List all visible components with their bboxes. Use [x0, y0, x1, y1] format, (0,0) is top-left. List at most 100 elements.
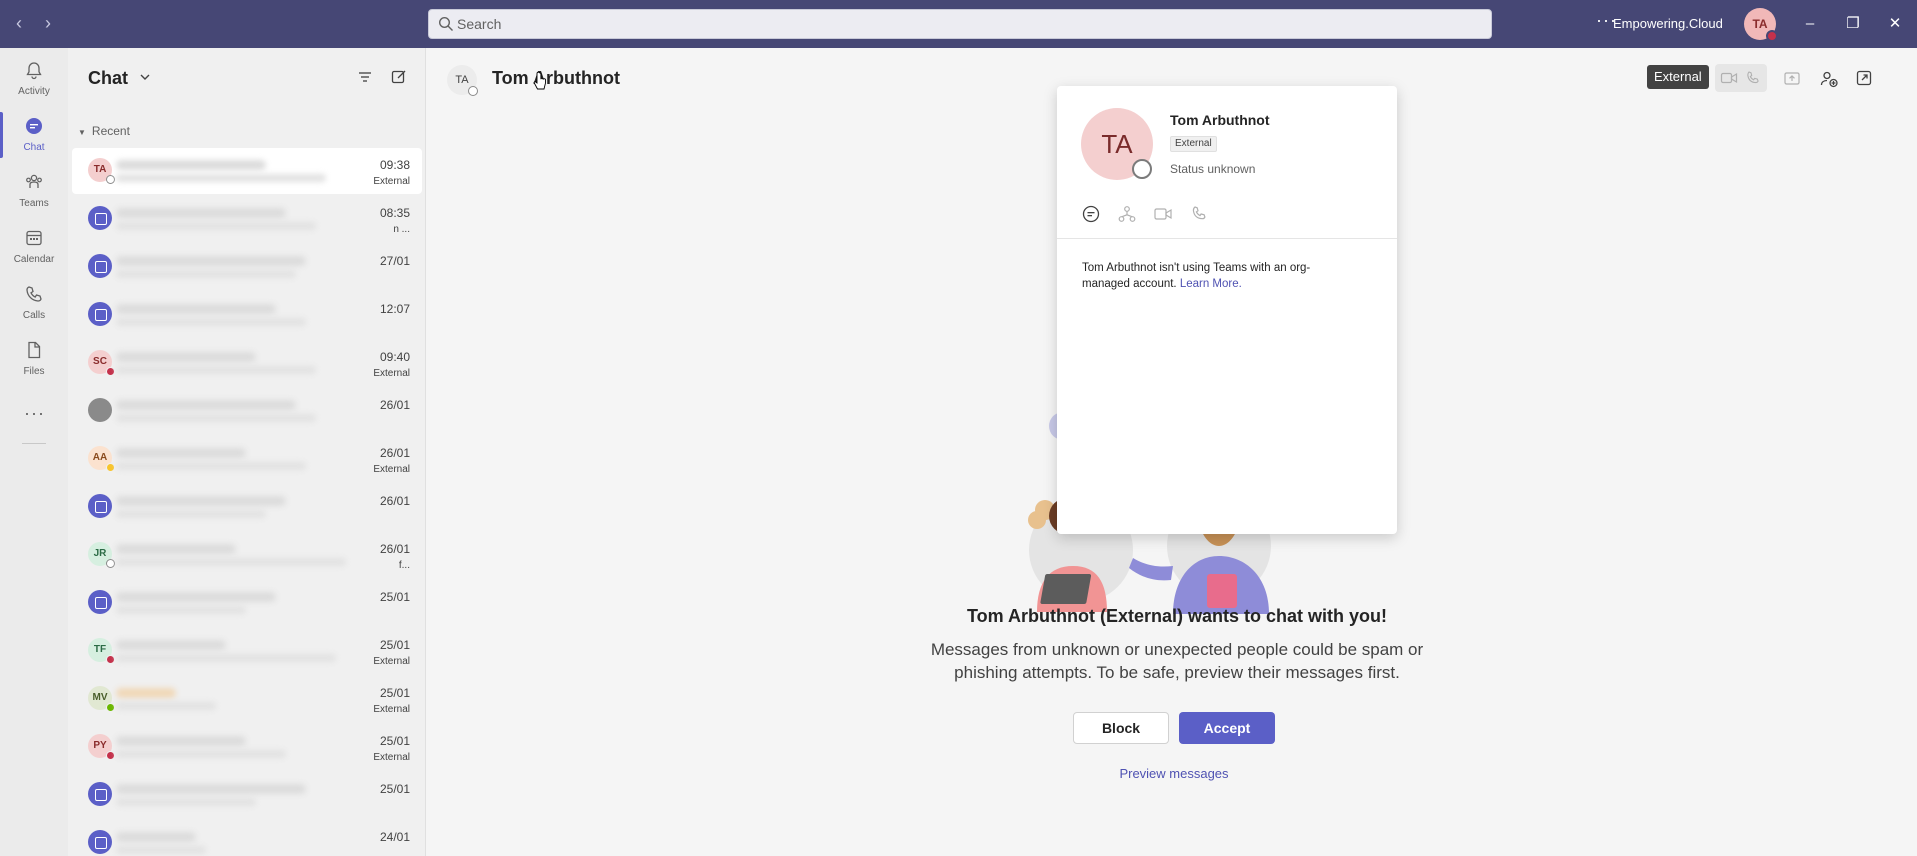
meeting-icon: [88, 494, 112, 518]
chat-external-tag: External: [373, 176, 410, 187]
rail-item-teams[interactable]: Teams: [0, 164, 68, 220]
rail-label: Files: [23, 366, 45, 377]
accept-button[interactable]: Accept: [1179, 712, 1275, 744]
pop-out-icon[interactable]: [1855, 69, 1873, 87]
teams-icon: [26, 174, 42, 188]
chat-main-area: TA Tom Arbuthnot External ! Tom Arbuthno…: [427, 48, 1917, 856]
filter-icon[interactable]: [356, 68, 374, 86]
forward-arrow-icon[interactable]: ›: [38, 13, 58, 33]
chat-row[interactable]: 26/01: [72, 388, 422, 434]
chat-row[interactable]: SC 09:40 External: [72, 340, 422, 386]
chat-name-redacted: [116, 736, 246, 746]
rail-label: Calendar: [13, 254, 55, 265]
presence-unknown-icon: [106, 175, 115, 184]
contact-avatar: PY: [88, 734, 115, 760]
video-call-icon[interactable]: [1720, 70, 1738, 86]
more-apps-icon[interactable]: ···: [24, 403, 45, 424]
presence-busy-icon: [106, 751, 115, 760]
chat-preview-redacted: [116, 510, 266, 518]
chat-preview-redacted: [116, 174, 326, 182]
chat-row[interactable]: 12:07: [72, 292, 422, 338]
chat-row[interactable]: TA 09:38 External: [72, 148, 422, 194]
chat-row[interactable]: MV 25/01 External: [72, 676, 422, 722]
org-name[interactable]: Empowering.Cloud: [1613, 16, 1723, 31]
chat-name-redacted: [116, 832, 196, 842]
rail-label: Calls: [22, 310, 46, 321]
chat-row[interactable]: AA 26/01 External: [72, 436, 422, 482]
share-screen-icon[interactable]: [1783, 70, 1801, 88]
external-badge: External: [1647, 65, 1709, 89]
chat-row[interactable]: 08:35 n ...: [72, 196, 422, 242]
rail-item-chat[interactable]: Chat: [0, 108, 68, 164]
presence-busy-icon: [106, 655, 115, 664]
chat-request-title: Tom Arbuthnot (External) wants to chat w…: [967, 606, 1387, 626]
new-chat-icon[interactable]: [390, 68, 408, 86]
mouse-cursor-icon: [533, 72, 546, 90]
presence-unknown-icon: [106, 559, 115, 568]
back-arrow-icon[interactable]: ‹: [9, 13, 29, 33]
profile-external-tag: External: [1170, 136, 1217, 152]
recent-section-header[interactable]: ▼ Recent: [78, 124, 130, 138]
search-input[interactable]: [457, 10, 1457, 38]
chat-list-title[interactable]: Chat: [88, 68, 128, 89]
preview-messages-link[interactable]: Preview messages: [1077, 766, 1271, 781]
block-button[interactable]: Block: [1073, 712, 1169, 744]
presence-unknown-icon: [468, 86, 478, 96]
recent-label: Recent: [91, 124, 130, 138]
learn-more-link[interactable]: Learn More.: [1180, 278, 1242, 290]
chat-row[interactable]: 27/01: [72, 244, 422, 290]
chat-time: 25/01: [379, 686, 410, 700]
chat-request-warning: Messages from unknown or unexpected peop…: [877, 638, 1477, 684]
chat-row[interactable]: PY 25/01 External: [72, 724, 422, 770]
meeting-icon: [88, 302, 112, 326]
close-icon[interactable]: ✕: [1883, 12, 1907, 36]
chat-external-tag: External: [373, 464, 410, 475]
audio-call-icon[interactable]: [1745, 70, 1761, 86]
chat-preview-redacted: [116, 318, 306, 326]
chat-name-redacted: [116, 208, 286, 218]
rail-label: Activity: [18, 86, 50, 97]
chat-row[interactable]: 24/01: [72, 820, 422, 856]
chevron-down-icon[interactable]: [138, 70, 152, 84]
chat-external-tag: External: [373, 752, 410, 763]
chat-name-redacted: [116, 592, 276, 602]
chat-name-redacted: [116, 352, 256, 362]
header-avatar[interactable]: TA: [447, 65, 478, 96]
chat-preview-redacted: [116, 222, 316, 230]
chat-time: 25/01: [379, 638, 410, 652]
rail-item-calls[interactable]: Calls: [0, 276, 68, 332]
chat-name-redacted: [116, 304, 276, 314]
rail-item-activity[interactable]: Activity: [0, 52, 68, 108]
rail-item-calendar[interactable]: Calendar: [0, 220, 68, 276]
user-avatar[interactable]: TA: [1744, 8, 1778, 42]
presence-busy-icon: [106, 367, 115, 376]
minimize-icon[interactable]: –: [1798, 12, 1822, 36]
chat-row[interactable]: 25/01: [72, 580, 422, 626]
chat-preview-redacted: [116, 558, 346, 566]
chat-row[interactable]: 26/01: [72, 484, 422, 530]
add-people-icon[interactable]: [1819, 69, 1839, 89]
rail-item-files[interactable]: Files: [0, 332, 68, 388]
chat-icon[interactable]: [1081, 204, 1101, 224]
meeting-icon: [88, 206, 112, 230]
bell-icon: [26, 62, 42, 80]
org-chart-icon[interactable]: [1117, 204, 1137, 224]
chat-row[interactable]: 25/01: [72, 772, 422, 818]
search-box[interactable]: [428, 9, 1492, 39]
contact-avatar: MV: [88, 686, 115, 712]
chat-row[interactable]: TF 25/01 External: [72, 628, 422, 674]
chat-row[interactable]: JR 26/01 f...: [72, 532, 422, 578]
profile-divider: [1057, 238, 1397, 239]
chat-name-redacted: [116, 400, 296, 410]
presence-unknown-icon: [1132, 159, 1152, 179]
chat-preview-redacted: [116, 750, 286, 758]
profile-status: Status unknown: [1170, 162, 1256, 176]
chat-header-name[interactable]: Tom Arbuthnot: [492, 68, 620, 89]
warning-line-2: phishing attempts. To be safe, preview t…: [954, 663, 1400, 682]
search-icon: [438, 16, 453, 31]
video-call-icon[interactable]: [1153, 204, 1173, 224]
restore-icon[interactable]: ❐: [1841, 12, 1865, 36]
profile-name: Tom Arbuthnot: [1170, 112, 1270, 128]
chat-preview-redacted: [116, 606, 246, 614]
phone-icon[interactable]: [1189, 204, 1209, 224]
